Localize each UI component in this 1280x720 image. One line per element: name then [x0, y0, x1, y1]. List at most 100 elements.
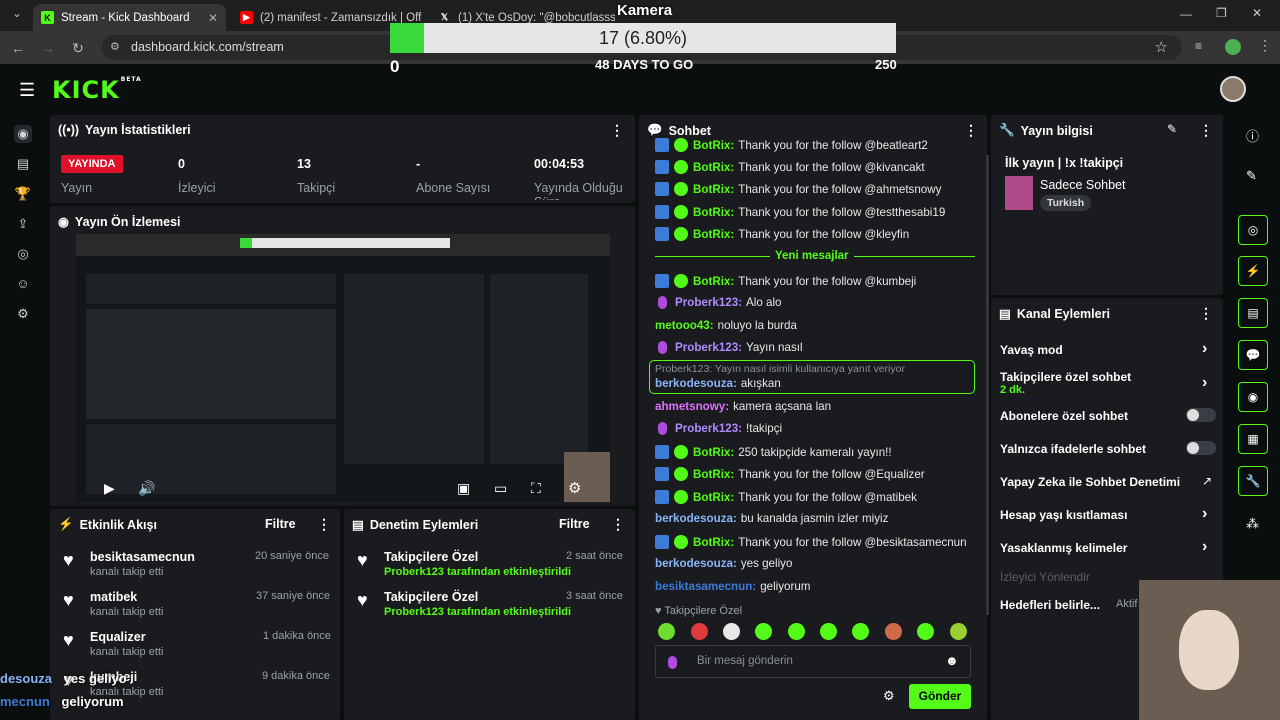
kick-logo[interactable]: KICKBETA [52, 76, 142, 104]
chat-username[interactable]: metooo43 [655, 319, 710, 332]
redirect-viewers-item[interactable]: İzleyici Yönlendir [1000, 570, 1090, 584]
bookmark-star-icon[interactable]: ☆ [1155, 38, 1168, 56]
chat-username[interactable]: besiktasamecnun [655, 580, 752, 593]
chat-username[interactable]: BotRix [693, 139, 730, 152]
emotes-only-item[interactable]: Yalnızca ifadelerle sohbet [1000, 442, 1146, 456]
camera-icon[interactable]: ◎ [14, 245, 32, 263]
chat-widget-icon[interactable]: 💬 [1238, 340, 1268, 370]
forward-icon[interactable]: → [38, 38, 58, 58]
browser-menu-icon[interactable]: ⋮ [1258, 37, 1272, 54]
moderation-filter-button[interactable]: Filtre [559, 517, 590, 531]
edit-icon[interactable]: ✎ [1246, 168, 1257, 184]
stream-icon[interactable]: ◉ [14, 125, 32, 143]
chat-username[interactable]: BotRix [693, 468, 730, 481]
chat-settings-icon[interactable]: ⚙ [883, 688, 895, 704]
chat-username[interactable]: Proberk123 [675, 296, 738, 309]
theatre-icon[interactable]: ▭ [494, 480, 507, 497]
emote-icon[interactable] [917, 623, 934, 640]
emote-icon[interactable] [950, 623, 967, 640]
chat-username[interactable]: BotRix [693, 446, 730, 459]
preview-video[interactable]: ▶ 🔊 ▣ ▭ ⛶ ⚙ [76, 234, 610, 502]
subs-only-toggle[interactable] [1186, 408, 1216, 422]
activity-menu-icon[interactable]: ⋮ [317, 516, 331, 533]
chat-username[interactable]: BotRix [693, 275, 730, 288]
chevron-right-icon[interactable]: › [1202, 340, 1207, 358]
chat-username[interactable]: Proberk123 [675, 341, 738, 354]
hamburger-menu-icon[interactable]: ☰ [19, 80, 35, 101]
pip-icon[interactable]: ▣ [457, 480, 470, 497]
broadcast-widget-icon[interactable]: ◉ [1238, 382, 1268, 412]
close-tab-icon[interactable]: ✕ [208, 11, 218, 25]
trophy-icon[interactable]: 🏆 [14, 185, 32, 203]
ai-moderation-item[interactable]: Yapay Zeka ile Sohbet Denetimi [1000, 475, 1180, 489]
emotes-only-toggle[interactable] [1186, 441, 1216, 455]
followers-only-item[interactable]: Takipçilere özel sohbet [1000, 370, 1131, 384]
close-window-icon[interactable]: ✕ [1252, 6, 1262, 20]
activity-filter-button[interactable]: Filtre [265, 517, 296, 531]
chat-username[interactable]: BotRix [693, 206, 730, 219]
chevron-right-icon[interactable]: › [1202, 374, 1207, 392]
chat-username[interactable]: ahmetsnowy [655, 400, 725, 413]
chat-input[interactable]: Bir mesaj gönderin ☻ [655, 645, 971, 678]
emote-icon[interactable] [852, 623, 869, 640]
chevron-right-icon[interactable]: › [1202, 538, 1207, 556]
chat-scrollbar[interactable] [986, 155, 989, 615]
chat-username[interactable]: BotRix [693, 536, 730, 549]
tab-search-icon[interactable]: ⌄ [8, 7, 26, 25]
play-icon[interactable]: ▶ [104, 480, 115, 497]
info-menu-icon[interactable]: ⋮ [1199, 122, 1213, 139]
analytics-icon[interactable]: ▤ [14, 155, 32, 173]
emote-icon[interactable] [723, 623, 740, 640]
site-info-icon[interactable]: ⚙ [110, 40, 120, 53]
upload-icon[interactable]: ⇪ [14, 215, 32, 233]
mod-badge-icon [658, 422, 667, 435]
emote-icon[interactable] [820, 623, 837, 640]
maximize-icon[interactable]: ❐ [1216, 6, 1227, 20]
lightning-widget-icon[interactable]: ⚡ [1238, 256, 1268, 286]
media-control-icon[interactable]: ≡ [1195, 39, 1202, 53]
account-age-item[interactable]: Hesap yaşı kısıtlaması [1000, 508, 1127, 522]
emote-icon[interactable] [885, 623, 902, 640]
profile-avatar-icon[interactable] [1225, 39, 1241, 55]
info-icon[interactable]: ⓘ [1246, 126, 1259, 145]
banned-words-item[interactable]: Yasaklanmış kelimeler [1000, 541, 1127, 555]
slow-mode-item[interactable]: Yavaş mod [1000, 343, 1063, 357]
chat-username[interactable]: BotRix [693, 161, 730, 174]
external-link-icon[interactable]: ↗ [1202, 474, 1212, 488]
moderation-menu-icon[interactable]: ⋮ [611, 516, 625, 533]
tab-kick-dashboard[interactable]: K Stream - Kick Dashboard ✕ [33, 4, 226, 31]
edit-pencil-icon[interactable]: ✎ [1167, 122, 1177, 136]
send-button[interactable]: Gönder [909, 684, 971, 709]
video-settings-icon[interactable]: ⚙ [568, 479, 581, 497]
apps-icon[interactable]: ⁂ [1246, 516, 1259, 532]
list-widget-icon[interactable]: ▤ [1238, 298, 1268, 328]
chat-username[interactable]: BotRix [693, 183, 730, 196]
chevron-right-icon[interactable]: › [1202, 505, 1207, 523]
chat-menu-icon[interactable]: ⋮ [964, 122, 978, 139]
chat-username[interactable]: berkodesouza [655, 557, 733, 570]
emote-icon[interactable] [658, 623, 675, 640]
back-icon[interactable]: ← [8, 38, 28, 58]
moderation-widget-icon[interactable]: ▦ [1238, 424, 1268, 454]
tools-widget-icon[interactable]: 🔧 [1238, 466, 1268, 496]
fullscreen-icon[interactable]: ⛶ [531, 480, 541, 497]
minimize-icon[interactable]: — [1180, 7, 1192, 21]
chat-username[interactable]: Proberk123 [675, 422, 738, 435]
camera-widget-icon[interactable]: ◎ [1238, 215, 1268, 245]
user-avatar[interactable] [1220, 76, 1246, 102]
subs-only-item[interactable]: Abonelere özel sohbet [1000, 409, 1128, 423]
reload-icon[interactable]: ↻ [68, 38, 88, 58]
settings-icon[interactable]: ⚙ [14, 305, 32, 323]
goals-item[interactable]: Hedefleri belirle... [1000, 598, 1100, 612]
chat-username[interactable]: BotRix [693, 491, 730, 504]
volume-icon[interactable]: 🔊 [138, 480, 155, 497]
emote-icon[interactable] [691, 623, 708, 640]
emote-icon[interactable] [788, 623, 805, 640]
chat-username[interactable]: BotRix [693, 228, 730, 241]
stats-menu-icon[interactable]: ⋮ [610, 122, 624, 139]
actions-menu-icon[interactable]: ⋮ [1199, 305, 1213, 322]
emote-icon[interactable] [755, 623, 772, 640]
chat-username[interactable]: berkodesouza [655, 512, 733, 525]
emoji-icon[interactable]: ☻ [945, 653, 959, 668]
users-icon[interactable]: ☺ [14, 275, 32, 293]
